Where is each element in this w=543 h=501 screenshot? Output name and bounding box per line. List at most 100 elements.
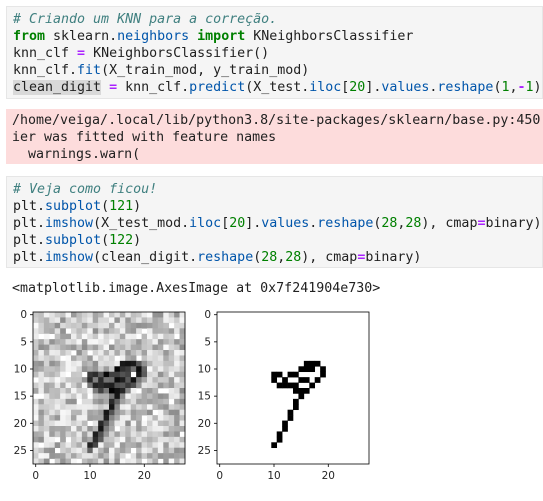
image-pixel bbox=[103, 371, 110, 378]
image-pixel bbox=[81, 442, 88, 449]
image-pixel bbox=[147, 393, 153, 400]
image-pixel bbox=[114, 322, 121, 329]
image-pixel bbox=[65, 447, 72, 454]
image-pixel bbox=[71, 404, 77, 411]
image-pixel bbox=[147, 339, 153, 345]
image-pixel bbox=[114, 393, 121, 400]
image-pixel bbox=[136, 420, 142, 427]
image-pixel bbox=[103, 339, 110, 345]
code-cell-knn[interactable]: # Criando um KNN para a correção. from s… bbox=[6, 6, 543, 99]
image-pixel bbox=[76, 436, 83, 443]
code-text: plt. bbox=[13, 199, 46, 214]
image-pixel bbox=[136, 453, 142, 459]
image-pixel bbox=[152, 415, 159, 421]
image-pixel bbox=[38, 377, 45, 383]
image-pixel bbox=[168, 355, 175, 362]
image-pixel bbox=[71, 447, 77, 454]
image-pixel bbox=[65, 312, 72, 318]
image-pixel bbox=[141, 366, 148, 373]
image-pixel bbox=[125, 404, 132, 411]
code-line: from sklearn.neighbors import KNeighbors… bbox=[13, 28, 536, 45]
image-pixel bbox=[49, 377, 56, 383]
image-pixel bbox=[152, 355, 159, 362]
code-cell-plot[interactable]: # Veja como ficou! plt.subplot(121) plt.… bbox=[6, 176, 543, 268]
code-text: [ bbox=[221, 216, 230, 231]
code-text: ), cmap bbox=[421, 216, 478, 231]
image-pixel bbox=[60, 447, 66, 454]
image-pixel bbox=[125, 442, 132, 449]
image-pixel bbox=[87, 377, 94, 383]
image-pixel bbox=[65, 393, 72, 400]
image-pixel bbox=[141, 317, 148, 324]
image-pixel bbox=[76, 447, 83, 454]
image-pixel bbox=[71, 415, 77, 421]
image-pixel bbox=[125, 360, 132, 367]
code-text: (X_test_mod. bbox=[93, 216, 190, 231]
image-pixel bbox=[49, 453, 56, 459]
image-pixel bbox=[92, 458, 99, 465]
image-pixel bbox=[152, 312, 159, 318]
image-pixel bbox=[76, 393, 83, 400]
image-pixel bbox=[163, 339, 170, 345]
image-pixel bbox=[103, 458, 110, 465]
image-pixel bbox=[125, 350, 132, 356]
stderr-line: ier was fitted with feature names bbox=[12, 130, 277, 145]
image-pixel bbox=[54, 312, 61, 318]
image-pixel bbox=[320, 371, 326, 378]
image-pixel bbox=[152, 431, 159, 438]
image-pixel bbox=[60, 360, 66, 367]
code-text: plt. bbox=[13, 250, 46, 265]
y-tick-label: 5 bbox=[20, 336, 27, 348]
image-pixel bbox=[109, 409, 115, 416]
image-pixel bbox=[87, 312, 94, 318]
y-tick-label: 10 bbox=[198, 364, 211, 376]
image-pixel bbox=[54, 360, 61, 367]
image-pixel bbox=[54, 453, 61, 459]
image-pixel bbox=[81, 322, 88, 329]
image-pixel bbox=[109, 312, 115, 318]
image-pixel bbox=[76, 426, 83, 432]
image-pixel bbox=[81, 436, 88, 443]
image-pixel bbox=[163, 393, 170, 400]
image-pixel bbox=[152, 339, 159, 345]
image-pixel bbox=[65, 388, 72, 394]
image-pixel bbox=[130, 350, 137, 356]
image-pixel bbox=[125, 382, 132, 389]
image-pixel bbox=[60, 371, 66, 378]
image-pixel bbox=[87, 398, 94, 405]
image-pixel bbox=[43, 388, 50, 394]
image-pixel bbox=[114, 388, 121, 394]
image-pixel bbox=[87, 360, 94, 367]
code-text: ) bbox=[133, 199, 142, 214]
image-pixel bbox=[54, 398, 61, 405]
image-pixel bbox=[163, 420, 170, 427]
x-tick-label: 10 bbox=[267, 470, 280, 482]
image-pixel bbox=[33, 366, 39, 373]
image-pixel bbox=[49, 317, 56, 324]
image-pixel bbox=[43, 393, 50, 400]
image-pixel bbox=[54, 355, 61, 362]
image-pixel bbox=[43, 339, 50, 345]
selected-variable[interactable]: clean_digit bbox=[13, 80, 102, 95]
image-pixel bbox=[109, 371, 115, 378]
code-text: ( bbox=[101, 199, 110, 214]
image-pixel bbox=[157, 426, 164, 432]
image-pixel bbox=[103, 317, 110, 324]
image-pixel bbox=[60, 458, 66, 465]
image-pixel bbox=[130, 328, 137, 335]
image-pixel bbox=[119, 322, 126, 329]
image-pixel bbox=[81, 388, 88, 394]
image-pixel bbox=[179, 404, 186, 411]
image-pixel bbox=[163, 398, 170, 405]
image-pixel bbox=[119, 447, 126, 454]
image-pixel bbox=[152, 393, 159, 400]
image-pixel bbox=[141, 442, 148, 449]
image-pixel bbox=[76, 317, 83, 324]
image-pixel bbox=[282, 420, 288, 427]
image-pixel bbox=[54, 344, 61, 351]
image-pixel bbox=[60, 350, 66, 356]
image-pixel bbox=[109, 453, 115, 459]
image-pixel bbox=[38, 317, 45, 324]
image-pixel bbox=[163, 436, 170, 443]
code-text: KNeighborsClassifier() bbox=[85, 46, 270, 61]
